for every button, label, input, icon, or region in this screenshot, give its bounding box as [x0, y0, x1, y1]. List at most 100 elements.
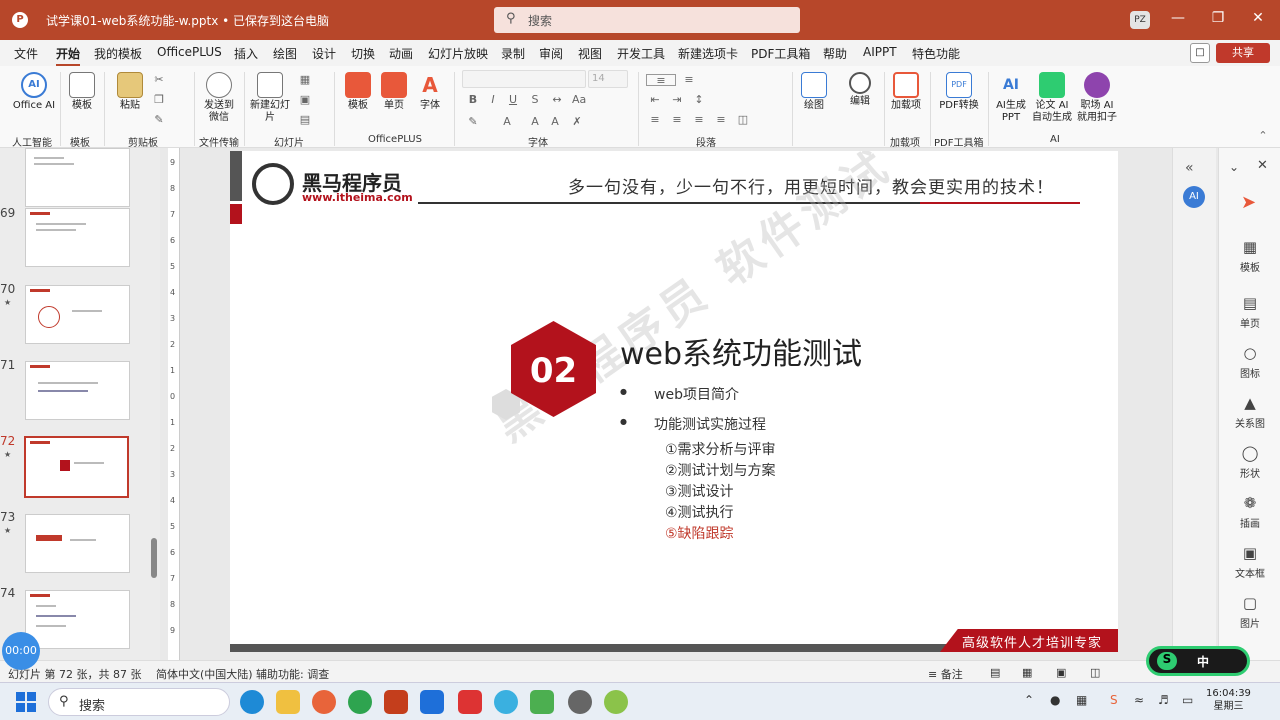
firefox-icon[interactable] — [312, 690, 336, 714]
layout-icon[interactable]: ▦ — [298, 74, 312, 86]
justify-icon[interactable]: ≡ — [714, 114, 728, 126]
menu-review[interactable]: 审阅 — [539, 45, 563, 62]
slide-title[interactable]: web系统功能测试 — [620, 329, 862, 373]
app-icon[interactable] — [494, 690, 518, 714]
minimize-icon[interactable]: — — [1168, 10, 1188, 26]
slide-thumbnail[interactable] — [25, 590, 130, 649]
font-name-select[interactable] — [462, 70, 586, 88]
clock-app-icon[interactable] — [568, 690, 592, 714]
panel-shapes[interactable]: ◯ 形状 — [1219, 444, 1280, 480]
menu-aippt[interactable]: AIPPT — [863, 45, 897, 59]
close-icon[interactable]: ✕ — [1248, 10, 1268, 26]
addin-button[interactable]: 加载项 — [890, 72, 922, 112]
menu-help[interactable]: 帮助 — [823, 45, 847, 62]
clear-format-icon[interactable]: ✗ — [570, 116, 584, 128]
slide-thumbnail[interactable] — [25, 148, 130, 207]
underline-icon[interactable]: U — [506, 94, 520, 106]
menu-home[interactable]: 开始 — [56, 45, 81, 67]
normal-view-icon[interactable]: ▤ — [990, 666, 1000, 679]
menu-officeplus[interactable]: OfficePLUS — [157, 45, 222, 59]
grow-font-icon[interactable]: A — [528, 116, 542, 128]
slide-thumbnail[interactable] — [25, 361, 130, 420]
edge-icon[interactable] — [240, 690, 264, 714]
office-ai-button[interactable]: AI Office AI — [12, 72, 56, 112]
microphone-icon[interactable]: ● — [1050, 693, 1060, 707]
menu-draw[interactable]: 绘图 — [273, 45, 297, 62]
chrome-icon[interactable] — [348, 690, 372, 714]
thesis-ai-button[interactable]: 论文 AI 自动生成 — [1030, 72, 1074, 124]
shrink-font-icon[interactable]: A — [548, 116, 562, 128]
char-spacing-icon[interactable]: ↔ — [550, 94, 564, 106]
columns-icon[interactable]: ◫ — [736, 114, 750, 126]
font-color-icon[interactable]: A — [500, 116, 514, 128]
change-case-icon[interactable]: Aa — [572, 94, 586, 106]
officeplus-template-button[interactable]: 模板 — [342, 72, 374, 112]
bold-icon[interactable]: B — [466, 94, 480, 106]
align-right-icon[interactable]: ≡ — [692, 114, 706, 126]
bullets-icon[interactable]: ≡ — [646, 74, 676, 87]
chevron-down-icon[interactable]: ⌄ — [1229, 160, 1239, 174]
numbering-icon[interactable]: ≡ — [682, 74, 696, 86]
format-painter-icon[interactable]: ✎ — [152, 114, 166, 126]
slide-thumbnail[interactable] — [25, 208, 130, 267]
decrease-indent-icon[interactable]: ⇤ — [648, 94, 662, 106]
taskbar-clock[interactable]: 16:04:39 星期三 — [1206, 687, 1251, 713]
menu-animations[interactable]: 动画 — [389, 45, 413, 62]
user-avatar[interactable]: PZ — [1130, 11, 1150, 29]
app-icon[interactable] — [420, 690, 444, 714]
panel-icons[interactable]: ○ 图标 — [1219, 344, 1280, 380]
tray-chevron-icon[interactable]: ⌃ — [1024, 693, 1034, 707]
pdf-convert-button[interactable]: PDF PDF转换 — [936, 72, 982, 112]
windows-start-icon[interactable] — [16, 692, 36, 712]
close-panel-icon[interactable]: ✕ — [1257, 158, 1268, 173]
align-center-icon[interactable]: ≡ — [670, 114, 684, 126]
sougou-ime-bar[interactable]: S 中 — [1146, 646, 1250, 676]
share-button[interactable]: 共享 — [1216, 43, 1270, 63]
sougou-tray-icon[interactable]: S — [1110, 693, 1118, 707]
strikethrough-icon[interactable]: S — [528, 94, 542, 106]
single-page-button[interactable]: 单页 — [378, 72, 410, 112]
search-box[interactable]: ⚲ 搜索 — [494, 7, 800, 33]
panel-illustrations[interactable]: ❁ 插画 — [1219, 494, 1280, 530]
comment-icon[interactable]: □ — [1190, 43, 1210, 63]
panel-relations[interactable]: ▲ 关系图 — [1219, 394, 1280, 430]
draw-button[interactable]: 绘图 — [798, 72, 830, 112]
menu-transitions[interactable]: 切换 — [351, 45, 375, 62]
highlight-icon[interactable]: ✎ — [466, 116, 480, 128]
menu-design[interactable]: 设计 — [312, 45, 336, 62]
panel-templates[interactable]: ▦ 模板 — [1219, 238, 1280, 274]
slide-thumbnail[interactable] — [25, 285, 130, 344]
template-button[interactable]: 模板 — [66, 72, 98, 112]
new-slide-button[interactable]: 新建幻灯片 — [250, 72, 290, 124]
menu-slideshow[interactable]: 幻灯片放映 — [428, 45, 488, 62]
maximize-icon[interactable]: ❐ — [1208, 10, 1228, 26]
wifi-icon[interactable]: ≈ — [1134, 693, 1144, 707]
font-size-select[interactable]: 14 — [588, 70, 628, 88]
edit-button[interactable]: 编辑 — [844, 72, 876, 108]
xmind-icon[interactable] — [458, 690, 482, 714]
menu-my-templates[interactable]: 我的模板 — [94, 45, 142, 62]
app-icon[interactable] — [604, 690, 628, 714]
send-wechat-button[interactable]: 发送到微信 — [200, 72, 238, 124]
menu-developer[interactable]: 开发工具 — [617, 45, 665, 62]
panel-textbox[interactable]: ▣ 文本框 — [1219, 544, 1280, 580]
collapse-pane-icon[interactable]: « — [1185, 160, 1194, 176]
slide-thumbnail[interactable] — [25, 514, 130, 573]
section-icon[interactable]: ▤ — [298, 114, 312, 126]
font-button[interactable]: A 字体 — [414, 72, 446, 112]
file-explorer-icon[interactable] — [276, 690, 300, 714]
menu-special[interactable]: 特色功能 — [912, 45, 960, 62]
slideshow-view-icon[interactable]: ◫ — [1090, 666, 1100, 679]
paste-button[interactable]: 粘贴 — [114, 72, 146, 112]
menu-insert[interactable]: 插入 — [234, 45, 258, 62]
ime-icon[interactable]: ▦ — [1076, 693, 1087, 707]
reset-icon[interactable]: ▣ — [298, 94, 312, 106]
slide[interactable]: 黑马程序员 www.itheima.com 多一句没有，少一句不行，用更短时间，… — [230, 151, 1118, 652]
thumbnail-scrollbar[interactable] — [151, 538, 157, 578]
line-spacing-icon[interactable]: ↕ — [692, 94, 706, 106]
menu-file[interactable]: 文件 — [14, 45, 38, 62]
cut-icon[interactable]: ✂ — [152, 74, 166, 86]
battery-icon[interactable]: ▭ — [1182, 693, 1193, 707]
sorter-view-icon[interactable]: ▦ — [1022, 666, 1032, 679]
collapse-ribbon-icon[interactable]: ⌃ — [1256, 130, 1270, 142]
